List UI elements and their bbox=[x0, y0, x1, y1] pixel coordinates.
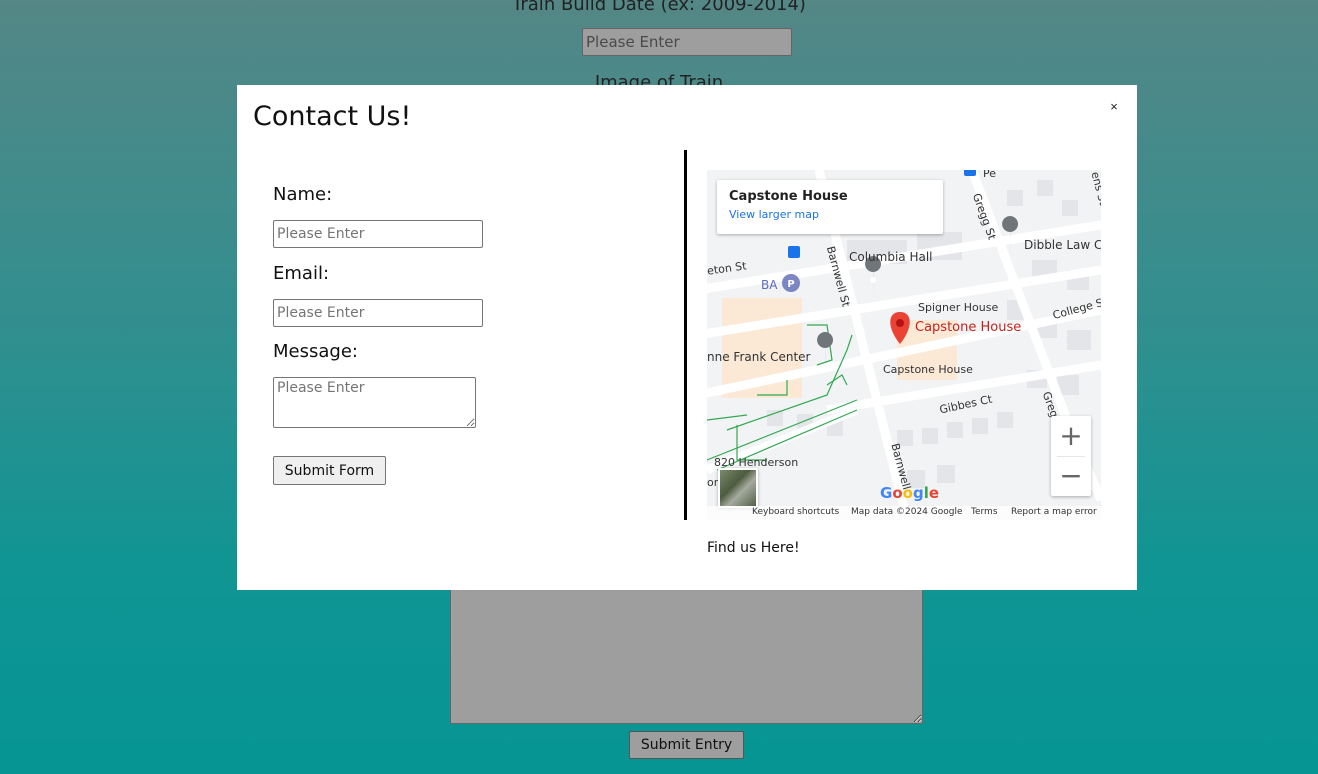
divider bbox=[684, 150, 687, 520]
ba-pin-icon: P bbox=[782, 274, 800, 292]
modal-title: Contact Us! bbox=[253, 101, 412, 132]
email-input[interactable] bbox=[273, 299, 483, 327]
background-textarea[interactable] bbox=[450, 585, 923, 724]
name-label: Name: bbox=[273, 184, 333, 205]
terms-link[interactable]: Terms bbox=[971, 507, 998, 517]
report-map-error-link[interactable]: Report a map error bbox=[1011, 507, 1097, 517]
find-us-caption: Find us Here! bbox=[707, 540, 800, 556]
svg-text:P: P bbox=[787, 279, 794, 290]
poi-label: Dibble Law C bbox=[1024, 238, 1101, 252]
map-place-name: Capstone House bbox=[729, 189, 848, 204]
embedded-map[interactable]: P Capstone House View larger map Gregg S… bbox=[707, 170, 1101, 520]
zoom-controls: + − bbox=[1051, 416, 1091, 496]
message-textarea[interactable] bbox=[273, 377, 476, 428]
poi-label: Capstone House bbox=[915, 320, 1022, 335]
submit-form-button[interactable]: Submit Form bbox=[273, 456, 386, 485]
transit-icon bbox=[788, 246, 800, 258]
close-icon[interactable]: × bbox=[1104, 96, 1124, 116]
poi-label: nne Frank Center bbox=[707, 350, 811, 364]
name-input[interactable] bbox=[273, 220, 483, 248]
map-data-text: Map data ©2024 Google bbox=[851, 507, 963, 517]
poi-label: BA bbox=[761, 278, 778, 292]
zoom-out-button[interactable]: − bbox=[1051, 456, 1091, 496]
poi-label: Columbia Hall bbox=[849, 250, 933, 264]
message-label: Message: bbox=[273, 341, 358, 362]
build-date-input[interactable] bbox=[582, 28, 792, 56]
poi-label: Capstone House bbox=[883, 363, 973, 376]
street-view-thumbnail[interactable] bbox=[718, 468, 758, 508]
poi-label: Spigner House bbox=[918, 301, 999, 314]
zoom-in-button[interactable]: + bbox=[1051, 416, 1091, 456]
contact-modal: Contact Us! × Name: Email: Message: Subm… bbox=[237, 85, 1137, 590]
keyboard-shortcuts-link[interactable]: Keyboard shortcuts bbox=[752, 507, 839, 517]
map-footer: Keyboard shortcuts Map data ©2024 Google… bbox=[707, 506, 1101, 520]
build-date-label: Train Build Date (ex: 2009-2014) bbox=[512, 0, 806, 15]
map-info-card: Capstone House View larger map bbox=[717, 180, 943, 234]
street-label: Pe bbox=[983, 170, 997, 180]
submit-entry-button[interactable]: Submit Entry bbox=[629, 731, 744, 759]
google-logo: Google bbox=[880, 484, 940, 502]
email-label: Email: bbox=[273, 263, 330, 284]
view-larger-map-link[interactable]: View larger map bbox=[729, 208, 931, 221]
